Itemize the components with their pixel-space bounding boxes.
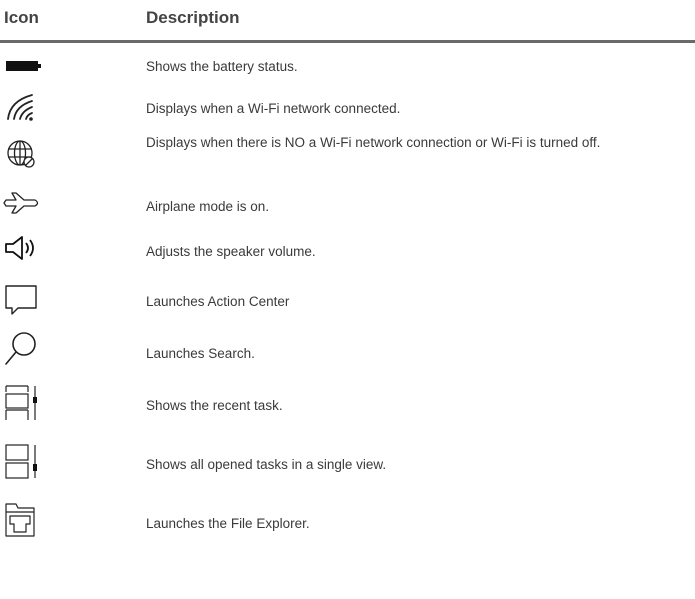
task-view-icon (2, 441, 46, 481)
row-description: Adjusts the speaker volume. (146, 244, 316, 259)
icon-description-table: Icon Description Shows the battery statu… (0, 0, 695, 537)
airplane-icon (2, 187, 46, 227)
row-description: Displays when a Wi-Fi network connected. (146, 101, 401, 116)
table-header: Icon Description (0, 0, 695, 42)
recent-task-icon (2, 382, 46, 422)
row-description: Shows all opened tasks in a single view. (146, 457, 387, 472)
globe-no-network-icon (2, 135, 46, 175)
action-center-icon (2, 282, 46, 322)
row-description: Shows the battery status. (146, 59, 298, 74)
header-divider (0, 40, 695, 43)
row-description: Displays when there is NO a Wi-Fi networ… (146, 135, 601, 150)
file-explorer-icon (2, 500, 46, 540)
wifi-icon (2, 89, 46, 129)
icon-column-header: Icon (4, 8, 39, 27)
row-description: Launches the File Explorer. (146, 516, 310, 531)
row-description: Launches Search. (146, 346, 255, 361)
description-column-header: Description (146, 8, 240, 27)
speaker-volume-icon (2, 232, 46, 272)
search-icon (2, 328, 46, 368)
row-description: Airplane mode is on. (146, 199, 270, 214)
row-description: Shows the recent task. (146, 398, 283, 413)
row-description: Launches Action Center (146, 294, 290, 309)
